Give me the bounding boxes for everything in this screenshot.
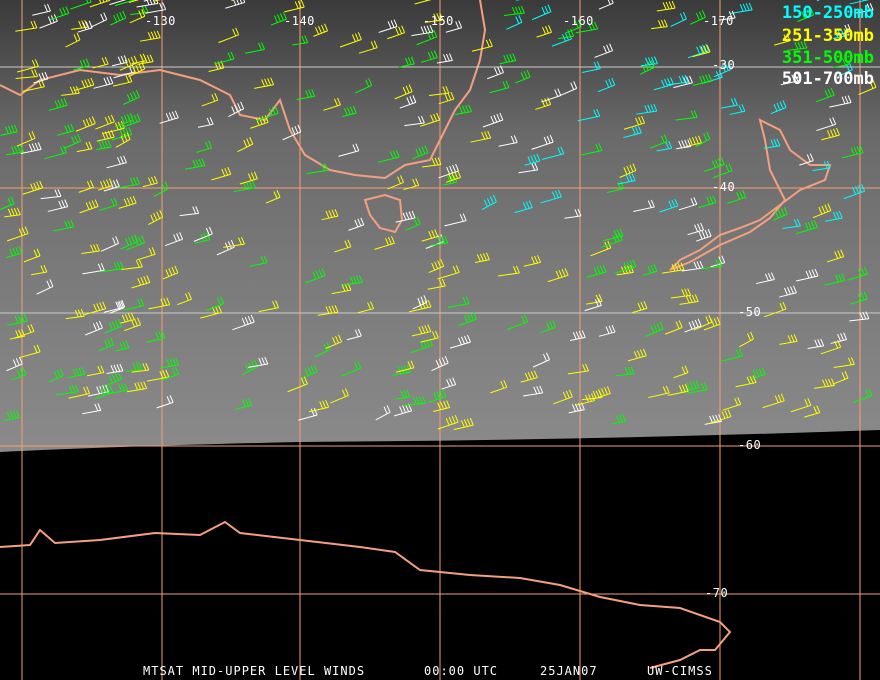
legend-351-500mb: 351-500mb: [781, 48, 874, 68]
caption-date: 25JAN07: [540, 664, 598, 678]
lat-label: -30: [712, 58, 736, 72]
legend-150-250mb: 150-250mb: [781, 3, 874, 23]
lon-label: -150: [423, 14, 454, 28]
caption-source: UW-CIMSS: [647, 664, 713, 678]
lon-label: -160: [563, 14, 594, 28]
lon-label: -170: [703, 14, 734, 28]
legend-251-350mb: 251-350mb: [781, 26, 874, 46]
map-canvas: [0, 0, 880, 680]
lat-label: -50: [738, 305, 762, 319]
caption-time: 00:00 UTC: [424, 664, 499, 678]
caption-title: MTSAT MID-UPPER LEVEL WINDS: [143, 664, 366, 678]
lon-label: -130: [145, 14, 176, 28]
lat-label: -60: [738, 438, 762, 452]
legend-501-700mb: 501-700mb: [781, 69, 874, 89]
lon-label: -140: [284, 14, 315, 28]
satellite-wind-map: -130 -140 -150 -160 -170 -30 -40 -50 -60…: [0, 0, 880, 680]
lat-label: -70: [705, 586, 729, 600]
lat-label: -40: [712, 180, 736, 194]
antarctica-coast: [0, 520, 732, 669]
